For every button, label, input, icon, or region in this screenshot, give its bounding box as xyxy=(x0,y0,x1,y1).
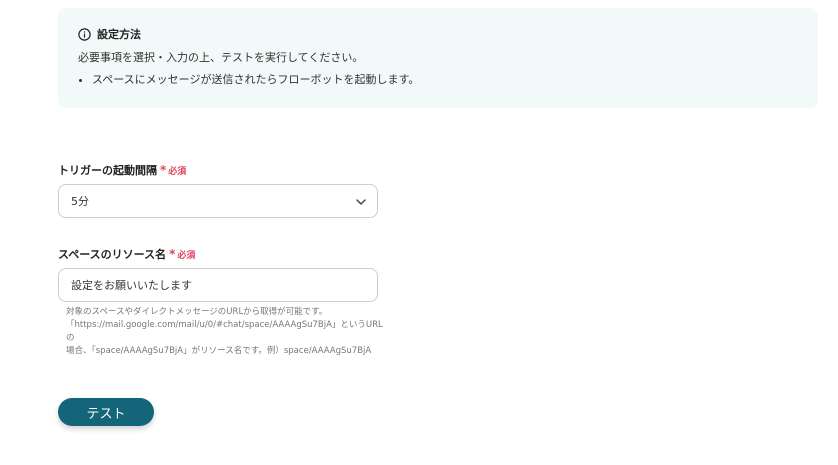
required-star: * xyxy=(169,247,176,261)
info-bullet-list: スペースにメッセージが送信されたらフローボットを起動します。 xyxy=(78,72,798,88)
chevron-down-icon xyxy=(355,196,367,208)
space-resource-help: 対象のスペースやダイレクトメッセージのURLから取得が可能です。 「https:… xyxy=(66,307,383,356)
trigger-interval-label: トリガーの起動間隔 * 必須 xyxy=(58,162,186,178)
trigger-interval-label-text: トリガーの起動間隔 xyxy=(58,164,157,177)
space-resource-label: スペースのリソース名 * 必須 xyxy=(58,246,195,262)
info-bullet-item: スペースにメッセージが送信されたらフローボットを起動します。 xyxy=(92,72,798,88)
required-badge: 必須 xyxy=(168,166,187,177)
test-button[interactable]: テスト xyxy=(58,398,154,426)
info-description: 必要事項を選択・入力の上、テストを実行してください。 xyxy=(78,51,364,64)
info-icon xyxy=(78,27,91,41)
space-resource-input[interactable]: 設定をお願いいたします xyxy=(58,268,378,302)
info-title-text: 設定方法 xyxy=(97,28,141,41)
required-badge: 必須 xyxy=(177,250,196,261)
trigger-interval-select[interactable]: 5分 xyxy=(58,184,378,218)
required-star: * xyxy=(160,163,167,177)
trigger-interval-value: 5分 xyxy=(71,195,89,208)
space-resource-value: 設定をお願いいたします xyxy=(71,279,192,292)
settings-info-box: 設定方法 必要事項を選択・入力の上、テストを実行してください。 スペースにメッセ… xyxy=(58,8,818,108)
info-title: 設定方法 xyxy=(78,26,798,42)
space-resource-label-text: スペースのリソース名 xyxy=(58,248,167,261)
